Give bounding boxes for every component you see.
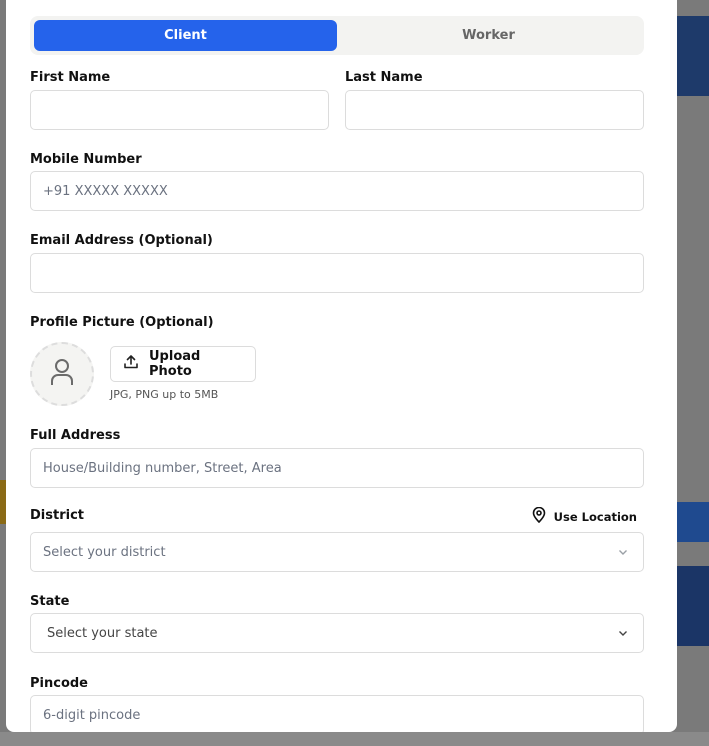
district-select-value: Select your district bbox=[43, 544, 166, 560]
tab-client[interactable]: Client bbox=[34, 20, 337, 51]
first-name-label: First Name bbox=[30, 70, 111, 85]
user-icon bbox=[49, 357, 75, 391]
pincode-field[interactable] bbox=[30, 695, 644, 732]
use-location-label: Use Location bbox=[553, 509, 637, 524]
profile-picture-label: Profile Picture (Optional) bbox=[30, 315, 214, 330]
tab-worker[interactable]: Worker bbox=[337, 20, 640, 51]
background-bottom bbox=[0, 732, 709, 746]
use-location-button[interactable]: Use Location bbox=[532, 506, 637, 526]
district-select[interactable]: Select your district bbox=[30, 532, 644, 572]
upload-photo-label: Upload Photo bbox=[149, 349, 201, 379]
district-label: District bbox=[30, 508, 84, 523]
avatar-placeholder bbox=[30, 342, 94, 406]
last-name-label: Last Name bbox=[345, 70, 423, 85]
mobile-number-field[interactable] bbox=[30, 171, 644, 211]
registration-modal: Client Worker First Name Last Name Mobil… bbox=[6, 0, 677, 732]
chevron-down-icon bbox=[617, 546, 629, 562]
pincode-label: Pincode bbox=[30, 676, 88, 691]
state-select[interactable]: Select your state bbox=[30, 613, 644, 653]
role-tabs: Client Worker bbox=[30, 16, 644, 55]
map-pin-icon bbox=[532, 506, 546, 526]
first-name-field[interactable] bbox=[30, 90, 329, 130]
email-label: Email Address (Optional) bbox=[30, 233, 213, 248]
upload-hint: JPG, PNG up to 5MB bbox=[110, 388, 219, 401]
chevron-down-icon bbox=[617, 627, 629, 643]
upload-icon bbox=[123, 354, 139, 374]
upload-photo-button[interactable]: Upload Photo bbox=[110, 346, 256, 382]
address-label: Full Address bbox=[30, 428, 121, 443]
address-field[interactable] bbox=[30, 448, 644, 488]
state-label: State bbox=[30, 594, 70, 609]
state-select-value: Select your state bbox=[47, 625, 158, 641]
mobile-label: Mobile Number bbox=[30, 152, 142, 167]
email-field[interactable] bbox=[30, 253, 644, 293]
last-name-field[interactable] bbox=[345, 90, 644, 130]
